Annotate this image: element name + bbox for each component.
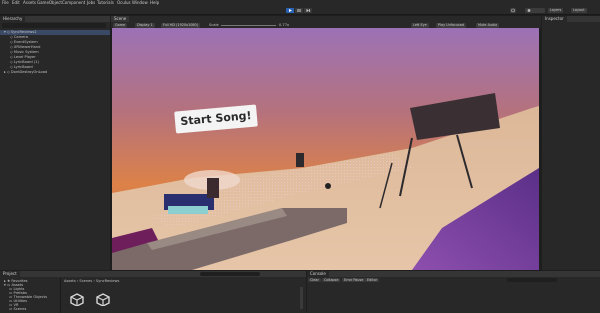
tab-console[interactable]: Console (307, 271, 329, 277)
hierarchy-item[interactable]: ◇ LyricBoard (1) (10, 60, 39, 65)
game-view-dropdown[interactable]: Game (113, 22, 128, 28)
hierarchy-item[interactable]: ◇ Music System (10, 50, 39, 55)
console-search-input[interactable] (507, 278, 557, 282)
hierarchy-item-label: SyncReviews2 (10, 30, 37, 34)
project-tree-item[interactable]: ▭ Scenes (9, 307, 26, 312)
project-panel: Project ▸ ★ Favorites ▾ ▭ Assets ▭ Light… (0, 271, 306, 313)
step-icon (306, 9, 310, 12)
scale-slider[interactable] (221, 24, 276, 26)
console-tabbar: Console (307, 271, 600, 277)
eye-dropdown[interactable]: Left Eye (411, 22, 429, 28)
hierarchy-item-label: DontDestroyOnLoad (10, 70, 48, 74)
pause-icon (297, 9, 301, 12)
project-tree-label: Scenes (13, 307, 27, 311)
project-scrollbar[interactable] (300, 287, 303, 309)
scale-label: Scale (209, 22, 219, 27)
tab-inspector[interactable]: Inspector (542, 16, 567, 22)
hierarchy-search-input[interactable] (2, 23, 106, 28)
hierarchy-item[interactable]: ◇ EventSystem (10, 40, 38, 45)
cloud-icon (527, 9, 531, 12)
scale-value: 0.77x (279, 22, 290, 27)
hierarchy-item[interactable]: ◇ Level Player (10, 55, 36, 60)
project-divider (60, 278, 61, 313)
hierarchy-item-label: EventSystem (13, 40, 38, 44)
hierarchy-item-label: Music System (13, 50, 39, 54)
scene-asset-icon[interactable] (96, 293, 110, 307)
display-dropdown[interactable]: Display 1 (135, 22, 155, 28)
hierarchy-item-label: LyricBoard (13, 65, 33, 69)
pause-button[interactable] (295, 8, 303, 13)
resolution-dropdown[interactable]: Full HD (1920x1080) (161, 22, 201, 28)
console-panel: Console Clear Collapse Error Pause Edito… (307, 271, 600, 313)
hierarchy-item-label: LyricBoard (1) (13, 60, 39, 64)
project-search-input[interactable] (200, 272, 260, 276)
layers-dropdown[interactable]: Layers (548, 8, 564, 13)
collab-button[interactable] (510, 8, 516, 13)
hierarchy-item-label: XRViewerHand (13, 45, 41, 49)
hierarchy-panel: Hierarchy ▾ ◇ SyncReviews2 ◇ Camera ◇ Ev… (0, 16, 110, 270)
hierarchy-item-label: Level Player (13, 55, 36, 59)
hierarchy-item[interactable]: ▾ ◇ SyncReviews2 (4, 30, 37, 35)
scene-asset-icon[interactable] (70, 293, 84, 307)
layout-dropdown[interactable]: Layout (571, 8, 587, 13)
tab-hierarchy[interactable]: Hierarchy (0, 16, 26, 22)
main-toolbar: Layers Layout (0, 6, 600, 15)
history-icon (511, 8, 515, 13)
hierarchy-item[interactable]: ◇ XRViewerHand (10, 45, 40, 50)
mute-audio-toggle[interactable]: Mute Audio (476, 22, 500, 28)
hierarchy-item[interactable]: ◇ Camera (10, 35, 28, 40)
hierarchy-item[interactable]: ◇ LyricBoard (10, 65, 33, 70)
account-dropdown[interactable] (525, 8, 545, 13)
console-collapse-button[interactable]: Collapse (322, 278, 341, 282)
console-clear-button[interactable]: Clear (308, 278, 321, 282)
hierarchy-item[interactable]: ▸ ◇ DontDestroyOnLoad (4, 70, 47, 75)
inspector-panel: Inspector (542, 16, 600, 270)
play-icon (289, 9, 292, 12)
project-tabbar: Project (0, 271, 306, 277)
hierarchy-item-label: Camera (13, 35, 29, 39)
tab-project[interactable]: Project (0, 271, 20, 277)
project-breadcrumb[interactable]: Assets › Scenes › SyncReviews (64, 279, 119, 284)
game-scene-render (112, 28, 539, 270)
unity-scene-icon (70, 293, 84, 307)
hierarchy-tabbar: Hierarchy (0, 16, 110, 22)
inspector-tabbar: Inspector (542, 16, 600, 22)
console-editor-dropdown[interactable]: Editor (365, 278, 380, 282)
unity-scene-icon (96, 293, 110, 307)
step-button[interactable] (304, 8, 312, 13)
console-error-pause-button[interactable]: Error Pause (342, 278, 366, 282)
game-viewport[interactable]: Start Song! (112, 28, 539, 270)
play-button[interactable] (286, 8, 294, 13)
play-mode-dropdown[interactable]: Play Unfocused (436, 22, 467, 28)
